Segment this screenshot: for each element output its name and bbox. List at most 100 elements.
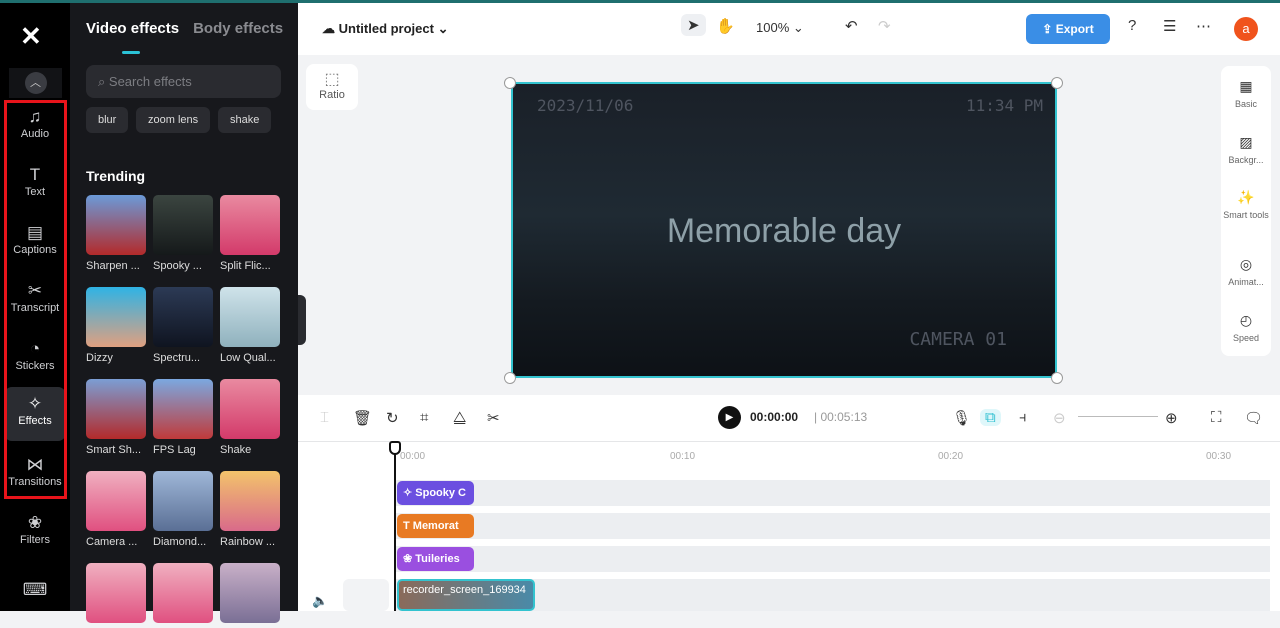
help-icon[interactable]: ?	[1128, 17, 1136, 34]
effect-label: Smart Sh...	[86, 444, 142, 456]
microphone-icon[interactable]: 🎙	[952, 409, 971, 427]
comment-icon[interactable]: 🗨	[1244, 409, 1263, 427]
split-icon[interactable]: ⌶	[320, 409, 329, 426]
text-clip[interactable]: T Memorat	[397, 514, 474, 538]
resize-handle[interactable]	[1051, 77, 1063, 89]
zoom-dropdown[interactable]: 100% ⌄	[756, 20, 804, 36]
rail-item-effects[interactable]: ✧ Effects	[4, 387, 66, 441]
effect-card[interactable]: Spooky ...	[153, 195, 213, 272]
volume-icon[interactable]: 🔈	[312, 593, 328, 609]
collapse-up-button[interactable]: ︿	[9, 68, 62, 98]
tab-video-effects[interactable]: Video effects	[86, 20, 179, 37]
rail-item-captions[interactable]: ▤ Captions	[4, 216, 66, 270]
effect-label: Camera ...	[86, 536, 138, 548]
more-icon[interactable]: ⋯	[1196, 17, 1211, 35]
cover-button[interactable]	[343, 579, 389, 611]
effect-label: Low Qual...	[220, 352, 276, 364]
effect-label: Diamond...	[153, 536, 207, 548]
playhead-handle[interactable]	[389, 441, 401, 455]
effect-thumbnail	[86, 287, 146, 347]
prop-smart-tools[interactable]: ✨ Smart tools	[1221, 189, 1271, 220]
avatar[interactable]: a	[1234, 17, 1258, 41]
prop-basic[interactable]: ▦ Basic	[1221, 78, 1271, 109]
effect-thumbnail	[86, 471, 146, 531]
zoom-out-icon[interactable]: ⊖	[1053, 409, 1066, 427]
prop-animation[interactable]: ◎ Animat...	[1221, 256, 1271, 287]
filter-clip[interactable]: ❀ Tuileries	[397, 547, 474, 571]
collapse-panel-handle[interactable]	[298, 295, 306, 345]
playhead[interactable]	[394, 445, 396, 611]
effect-clip[interactable]: ✧ Spooky C	[397, 481, 474, 505]
clock-overlay: 11:34 PM	[965, 96, 1043, 115]
layers-icon[interactable]: ☰	[1163, 17, 1176, 35]
keyboard-shortcuts-button[interactable]: ⌨	[4, 573, 66, 627]
search-input[interactable]: ⌕ Search effects	[86, 65, 281, 98]
effect-card[interactable]: Low Qual...	[220, 287, 280, 364]
video-clip[interactable]: recorder_screen_169934	[397, 579, 535, 611]
rail-item-filters[interactable]: ❀ Filters	[4, 506, 66, 560]
total-time: | 00:05:13	[814, 410, 868, 424]
effect-thumbnail	[86, 195, 146, 255]
split-view-icon[interactable]: ⫞	[1019, 409, 1027, 426]
zoom-in-icon[interactable]: ⊕	[1165, 409, 1178, 427]
effect-card[interactable]	[86, 563, 146, 628]
rail-label: Effects	[18, 415, 52, 427]
effect-label: Spooky ...	[153, 260, 202, 272]
effect-card[interactable]: Sharpen ...	[86, 195, 146, 272]
cloud-icon: ☁	[322, 21, 339, 36]
effect-card[interactable]: Split Flic...	[220, 195, 280, 272]
rail-label: Transitions	[8, 476, 62, 488]
effect-card[interactable]: Camera ...	[86, 471, 146, 548]
hand-tool-icon[interactable]: ✋	[716, 17, 735, 35]
rail-label: Text	[24, 186, 46, 198]
effect-card[interactable]: Diamond...	[153, 471, 213, 548]
section-title: Trending	[86, 168, 146, 184]
rail-item-text[interactable]: T Text	[4, 158, 66, 212]
resize-handle[interactable]	[504, 372, 516, 384]
tick-label: 00:20	[938, 451, 964, 462]
effect-card[interactable]: FPS Lag	[153, 379, 213, 456]
effect-card[interactable]	[153, 563, 213, 628]
redo-icon[interactable]: ↷	[878, 17, 891, 35]
effect-card[interactable]: Shake	[220, 379, 280, 456]
effect-card[interactable]: Rainbow ...	[220, 471, 280, 548]
project-name: Untitled project	[338, 21, 434, 36]
upload-icon: ⇪	[1042, 22, 1056, 36]
crop-icon[interactable]: ⌗	[420, 409, 428, 426]
timeline: ⌶ 🗑 ↻ ⌗ ⧋ ✂ ▶ 00:00:00 | 00:05:13 🎙 ⧉ ⫞ …	[298, 395, 1280, 611]
prop-speed[interactable]: ◴ Speed	[1221, 312, 1271, 343]
ratio-label: Ratio	[319, 89, 345, 101]
effect-card[interactable]: Smart Sh...	[86, 379, 146, 456]
flip-icon[interactable]: ⧋	[453, 409, 466, 426]
video-preview[interactable]: 2023/11/06 11:34 PM Memorable day CAMERA…	[511, 82, 1057, 378]
rail-item-stickers[interactable]: ◔ Stickers	[4, 332, 66, 386]
delete-icon[interactable]: 🗑	[353, 409, 372, 427]
magnet-icon[interactable]: ⧉	[980, 409, 1001, 426]
resize-handle[interactable]	[504, 77, 516, 89]
fullscreen-icon[interactable]: ⛶	[1211, 409, 1222, 426]
ratio-button[interactable]: ⬚ Ratio	[306, 64, 358, 110]
rail-item-audio[interactable]: ♫ Audio	[4, 100, 66, 154]
effect-card[interactable]: Dizzy	[86, 287, 146, 364]
active-tab-indicator	[122, 51, 140, 54]
effect-card[interactable]	[220, 563, 280, 628]
play-button[interactable]: ▶	[718, 406, 741, 429]
export-button[interactable]: ⇪ Export	[1026, 14, 1110, 44]
rail-item-transcript[interactable]: ✂ Transcript	[4, 274, 66, 328]
prop-background[interactable]: ▨ Backgr...	[1221, 134, 1271, 165]
chip-blur[interactable]: blur	[86, 107, 129, 133]
effect-card[interactable]: Spectru...	[153, 287, 213, 364]
zoom-slider[interactable]	[1078, 416, 1158, 417]
select-tool-icon[interactable]: ➤	[681, 14, 706, 36]
effect-thumbnail	[153, 379, 213, 439]
resize-handle[interactable]	[1051, 372, 1063, 384]
replay-icon[interactable]: ↻	[386, 409, 399, 427]
effect-thumbnail	[220, 563, 280, 623]
rail-item-transitions[interactable]: ⋈ Transitions	[4, 448, 66, 502]
undo-icon[interactable]: ↶	[845, 17, 858, 35]
chip-shake[interactable]: shake	[218, 107, 272, 133]
transcript-edit-icon[interactable]: ✂	[487, 409, 500, 427]
chip-zoom-lens[interactable]: zoom lens	[136, 107, 211, 133]
project-name-dropdown[interactable]: ☁ Untitled project ⌄	[322, 21, 448, 37]
tab-body-effects[interactable]: Body effects	[193, 20, 283, 37]
